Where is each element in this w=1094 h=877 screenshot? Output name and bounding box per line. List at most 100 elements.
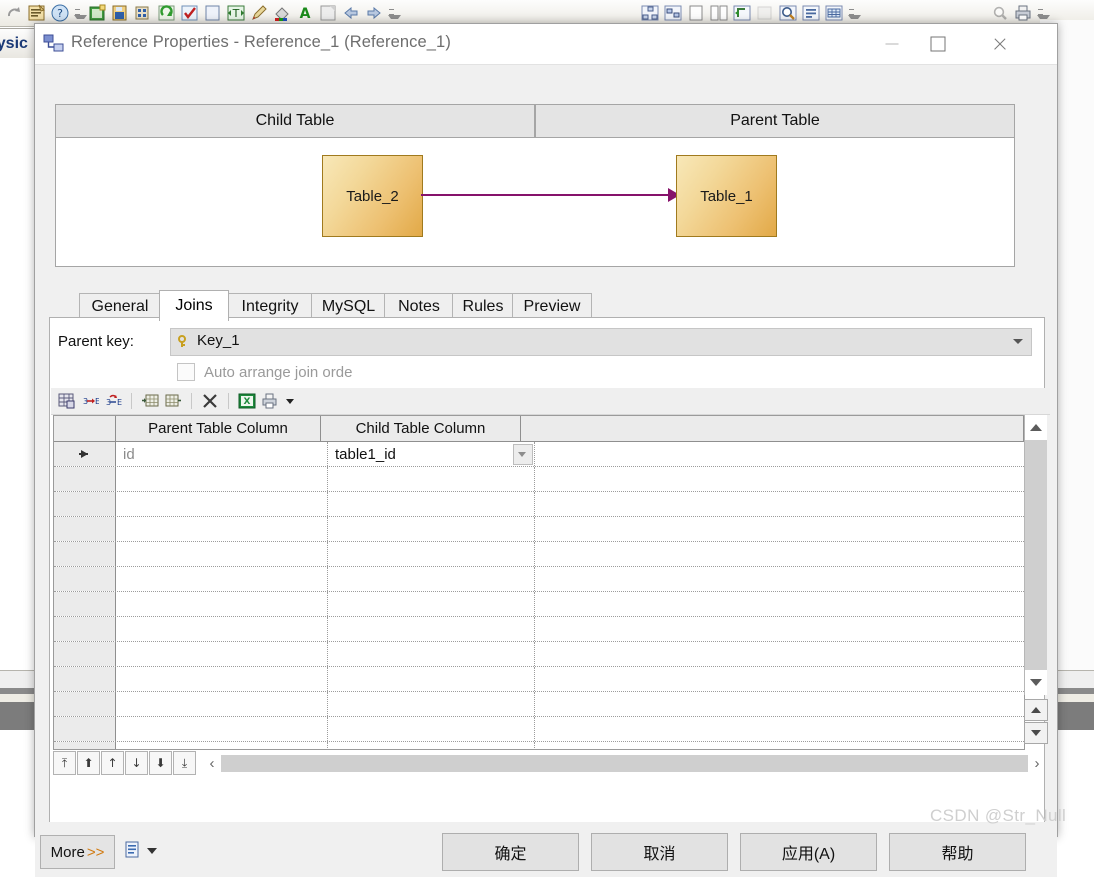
scrollbar-track[interactable] <box>1025 440 1047 670</box>
row-selector[interactable] <box>54 717 116 741</box>
table-row[interactable] <box>54 567 1024 592</box>
insert-row-above-icon[interactable] <box>141 392 159 410</box>
apply-button[interactable]: 应用(A) <box>740 833 877 871</box>
cell-parent-column[interactable]: id <box>116 442 328 466</box>
cell-parent-column[interactable] <box>116 642 328 666</box>
note-icon[interactable] <box>203 3 223 23</box>
help-button[interactable]: 帮助 <box>889 833 1026 871</box>
scroll-left-button[interactable]: ‹ <box>203 752 221 774</box>
grid-properties-icon[interactable] <box>58 392 76 410</box>
cell-parent-column[interactable] <box>116 542 328 566</box>
pencil-icon[interactable] <box>249 3 269 23</box>
page-icon[interactable] <box>686 3 706 23</box>
tab-general[interactable]: General <box>79 293 161 319</box>
tab-integrity[interactable]: Integrity <box>227 293 313 319</box>
row-selector[interactable] <box>54 742 116 749</box>
cell-parent-column[interactable] <box>116 492 328 516</box>
table-row[interactable] <box>54 617 1024 642</box>
cell-child-column[interactable] <box>328 742 535 749</box>
maximize-button[interactable] <box>915 24 961 64</box>
dropdown-icon[interactable] <box>284 392 296 410</box>
cell-parent-column[interactable] <box>116 467 328 491</box>
table-row[interactable] <box>54 592 1024 617</box>
print-preview-icon[interactable] <box>990 3 1010 23</box>
split-up-button[interactable] <box>1024 699 1048 721</box>
link-diagram-icon[interactable] <box>732 3 752 23</box>
cell-child-column[interactable] <box>328 517 535 541</box>
row-selector[interactable] <box>54 492 116 516</box>
grid-report-icon[interactable] <box>824 3 844 23</box>
scroll-right-button[interactable]: › <box>1028 752 1046 774</box>
cell-child-column[interactable] <box>328 542 535 566</box>
close-button[interactable] <box>977 24 1023 64</box>
more-button[interactable]: More >> <box>40 835 115 869</box>
subdiagram-icon[interactable] <box>663 3 683 23</box>
cell-parent-column[interactable] <box>116 567 328 591</box>
cell-parent-column[interactable] <box>116 667 328 691</box>
toolbar-overflow-icon[interactable] <box>73 3 87 23</box>
row-selector[interactable] <box>54 592 116 616</box>
grid-header-child-column[interactable]: Child Table Column <box>321 416 521 441</box>
next-page-button[interactable]: ⬇ <box>149 751 172 775</box>
print-icon[interactable] <box>1013 3 1033 23</box>
table-row[interactable] <box>54 467 1024 492</box>
toolbar-overflow-2-icon[interactable] <box>387 3 401 23</box>
table-row[interactable] <box>54 517 1024 542</box>
cell-child-column[interactable] <box>328 492 535 516</box>
script-dropdown-icon[interactable] <box>147 848 157 854</box>
joins-grid[interactable]: Parent Table Column Child Table Column i… <box>53 415 1025 750</box>
minimize-button[interactable] <box>869 24 915 64</box>
delete-row-icon[interactable] <box>201 392 219 410</box>
ok-button[interactable]: 确定 <box>442 833 579 871</box>
auto-arrange-row[interactable]: Auto arrange join orde <box>177 361 352 383</box>
cell-child-column[interactable] <box>328 617 535 641</box>
cell-child-column[interactable] <box>328 592 535 616</box>
table-row[interactable] <box>54 692 1024 717</box>
script-icon[interactable] <box>125 841 141 859</box>
print-grid-icon[interactable] <box>261 392 279 410</box>
export-excel-icon[interactable]: X <box>238 392 256 410</box>
redo-icon[interactable] <box>4 3 24 23</box>
grid-vertical-scrollbar[interactable] <box>1024 415 1047 695</box>
save-model-icon[interactable] <box>111 3 131 23</box>
cell-parent-column[interactable] <box>116 742 328 749</box>
row-selector[interactable] <box>54 667 116 691</box>
child-table-box[interactable]: Table_2 <box>322 155 423 237</box>
cell-parent-column[interactable] <box>116 717 328 741</box>
parent-table-box[interactable]: Table_1 <box>676 155 777 237</box>
report-icon[interactable] <box>801 3 821 23</box>
prev-row-button[interactable]: ↑ <box>101 751 124 775</box>
row-selector[interactable] <box>54 692 116 716</box>
replace-column-icon[interactable]: 3E <box>104 392 122 410</box>
cell-child-column[interactable] <box>328 567 535 591</box>
last-row-button[interactable]: ⤓ <box>173 751 196 775</box>
cell-dropdown-icon[interactable] <box>513 444 533 465</box>
grid-horizontal-scrollbar[interactable]: ‹ › <box>203 752 1046 774</box>
table-row[interactable]: id table1_id <box>54 442 1024 467</box>
cell-child-column[interactable] <box>328 467 535 491</box>
row-selector[interactable] <box>54 642 116 666</box>
check-model-icon[interactable] <box>180 3 200 23</box>
zoom-icon[interactable] <box>778 3 798 23</box>
cell-parent-column[interactable] <box>116 592 328 616</box>
shape-icon[interactable] <box>318 3 338 23</box>
cell-parent-column[interactable] <box>116 692 328 716</box>
auto-arrange-checkbox[interactable] <box>177 363 195 381</box>
scroll-up-button[interactable] <box>1025 415 1047 440</box>
insert-column-icon[interactable]: 3E <box>81 392 100 410</box>
tab-joins[interactable]: Joins <box>159 290 229 321</box>
table-row[interactable] <box>54 667 1024 692</box>
table-row[interactable] <box>54 642 1024 667</box>
cell-child-column[interactable] <box>328 642 535 666</box>
cell-parent-column[interactable] <box>116 517 328 541</box>
font-color-icon[interactable]: A <box>295 3 315 23</box>
cell-child-column[interactable] <box>328 692 535 716</box>
grid-header-parent-column[interactable]: Parent Table Column <box>116 416 321 441</box>
cell-child-column[interactable] <box>328 717 535 741</box>
tab-preview[interactable]: Preview <box>512 293 592 319</box>
cell-child-column[interactable]: table1_id <box>328 442 535 466</box>
chevron-down-icon[interactable] <box>1013 339 1023 344</box>
toolbar-overflow-3-icon[interactable] <box>847 3 861 23</box>
fill-color-icon[interactable] <box>272 3 292 23</box>
cancel-button[interactable]: 取消 <box>591 833 728 871</box>
